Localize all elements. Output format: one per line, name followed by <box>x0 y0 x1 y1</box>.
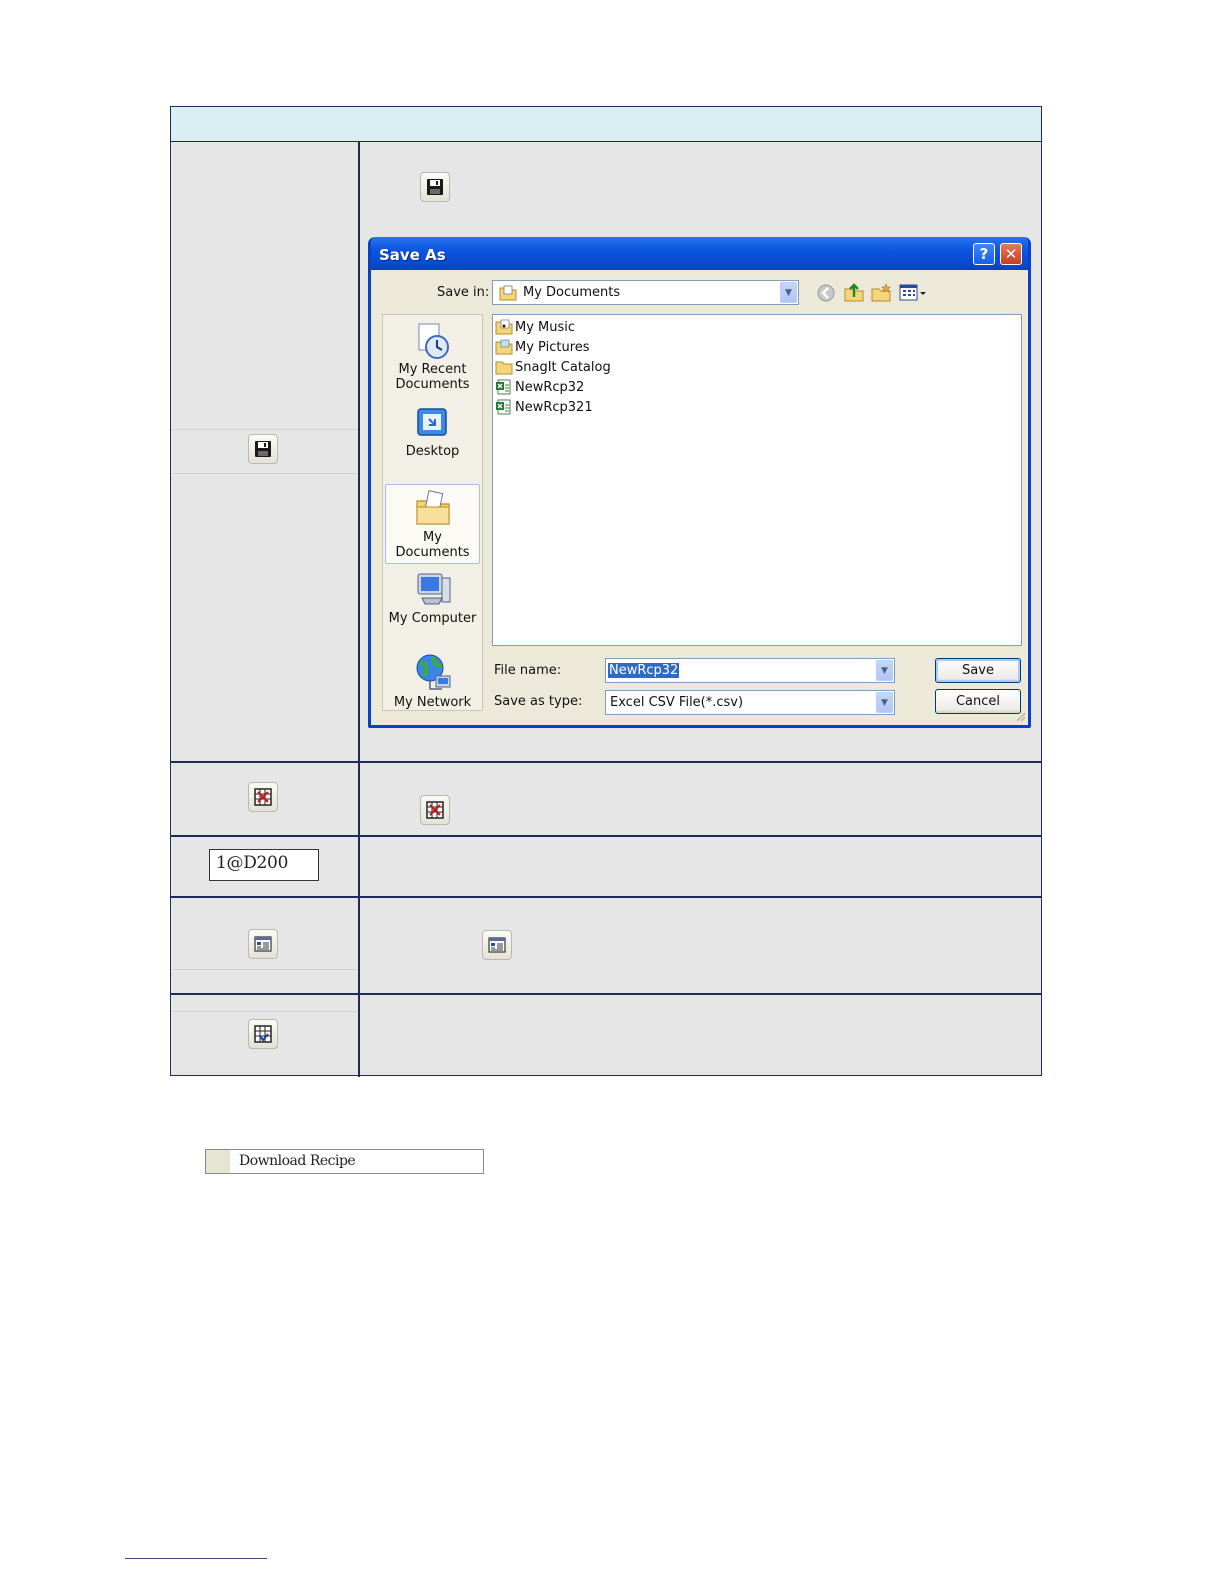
place-label: My Documents <box>395 530 470 560</box>
chevron-down-icon[interactable]: ▼ <box>780 282 797 303</box>
list-window-icon <box>488 937 506 953</box>
chevron-down-icon[interactable]: ▼ <box>876 692 893 713</box>
music-folder-icon <box>495 319 513 335</box>
download-recipe-label: Download Recipe <box>239 1153 356 1169</box>
excel-file-icon <box>496 399 511 415</box>
desktop-icon <box>416 408 447 436</box>
footnote-rule <box>125 1558 267 1559</box>
column-divider <box>358 142 360 1077</box>
place-label: My Network <box>393 695 472 710</box>
save-in-value: My Documents <box>523 285 621 300</box>
save-as-type-dropdown[interactable]: Excel CSV File(*.csv) ▼ <box>605 690 895 715</box>
file-name: My Music <box>515 319 576 335</box>
file-item-my-music[interactable]: My Music <box>495 318 575 336</box>
excel-file-icon <box>496 379 511 395</box>
save-in-dropdown[interactable]: My Documents ▼ <box>492 280 799 305</box>
address-input[interactable]: 1@D200 <box>209 849 319 881</box>
file-item-newrcp321[interactable]: NewRcp321 <box>495 398 593 416</box>
place-desktop[interactable]: Desktop <box>383 405 482 459</box>
grid-x-icon <box>254 788 272 806</box>
new-folder-icon[interactable] <box>870 282 892 304</box>
my-documents-folder-icon <box>415 490 450 525</box>
file-item-my-pictures[interactable]: My Pictures <box>495 338 590 356</box>
my-documents-folder-icon <box>499 285 517 301</box>
save-in-label: Save in: <box>437 285 490 300</box>
save-as-type-label: Save as type: <box>494 694 583 709</box>
place-my-recent-documents[interactable]: My Recent Documents <box>383 321 482 392</box>
folder-icon <box>495 361 513 375</box>
file-name-input[interactable]: NewRcp32 ▼ <box>605 658 895 683</box>
up-folder-icon[interactable] <box>843 281 865 303</box>
save-recipe-button[interactable] <box>420 172 450 202</box>
table-header <box>171 107 1041 142</box>
list-view-button[interactable] <box>248 929 278 959</box>
file-name-value: NewRcp32 <box>608 663 680 678</box>
file-name: NewRcp321 <box>515 399 593 415</box>
menu-swatch <box>206 1150 230 1173</box>
place-my-documents[interactable]: My Documents <box>385 484 480 564</box>
list-window-icon <box>254 936 272 952</box>
grid-check-icon <box>254 1025 272 1043</box>
file-name: NewRcp32 <box>515 379 585 395</box>
places-bar: My Recent Documents Desktop My Documents… <box>382 314 483 711</box>
place-my-network[interactable]: My Network <box>383 652 482 710</box>
clear-table-button[interactable] <box>248 782 278 812</box>
place-label: My Computer <box>388 611 477 626</box>
back-arrow-icon[interactable] <box>816 283 836 303</box>
resize-grip-icon[interactable] <box>1014 710 1026 722</box>
cell-rule <box>173 1011 357 1012</box>
save-button[interactable]: Save <box>935 658 1021 683</box>
save-as-type-value: Excel CSV File(*.csv) <box>610 695 744 710</box>
floppy-disk-icon <box>255 441 271 457</box>
views-menu-icon[interactable] <box>899 284 927 302</box>
file-name: SnagIt Catalog <box>515 359 611 375</box>
recent-documents-icon <box>418 323 449 359</box>
cancel-button[interactable]: Cancel <box>935 689 1021 714</box>
file-list[interactable]: My Music My Pictures SnagIt Catalog NewR… <box>492 314 1022 646</box>
clear-table-button[interactable] <box>420 795 450 825</box>
my-computer-icon <box>417 573 450 605</box>
row-divider <box>171 993 1041 995</box>
place-label: Desktop <box>405 444 460 459</box>
help-button[interactable]: ? <box>973 243 995 265</box>
chevron-down-icon[interactable]: ▼ <box>876 660 893 681</box>
file-item-snagit-catalog[interactable]: SnagIt Catalog <box>495 358 611 376</box>
file-name: My Pictures <box>515 339 590 355</box>
close-button[interactable]: ✕ <box>1000 243 1022 265</box>
floppy-disk-icon <box>427 179 443 195</box>
list-view-button[interactable] <box>482 930 512 960</box>
file-item-newrcp32[interactable]: NewRcp32 <box>495 378 584 396</box>
row-divider <box>171 761 1041 763</box>
row-divider <box>171 835 1041 837</box>
cell-rule <box>173 429 357 430</box>
place-my-computer[interactable]: My Computer <box>383 570 482 626</box>
picture-folder-icon <box>495 339 513 355</box>
grid-x-icon <box>426 801 444 819</box>
dialog-title: Save As <box>379 246 446 264</box>
cell-rule <box>173 473 357 474</box>
cell-rule <box>173 969 357 970</box>
grid-check-button[interactable] <box>248 1019 278 1049</box>
row-divider <box>171 896 1041 898</box>
file-name-label: File name: <box>494 663 562 678</box>
place-label: My Recent Documents <box>395 362 470 392</box>
download-recipe-item[interactable]: Download Recipe <box>205 1149 484 1174</box>
my-network-icon <box>416 654 450 690</box>
dialog-titlebar[interactable]: Save As ? ✕ <box>371 237 1028 270</box>
save-recipe-button[interactable] <box>248 434 278 464</box>
save-as-dialog: Save As ? ✕ Save in: My Documents ▼ My R… <box>368 237 1031 728</box>
